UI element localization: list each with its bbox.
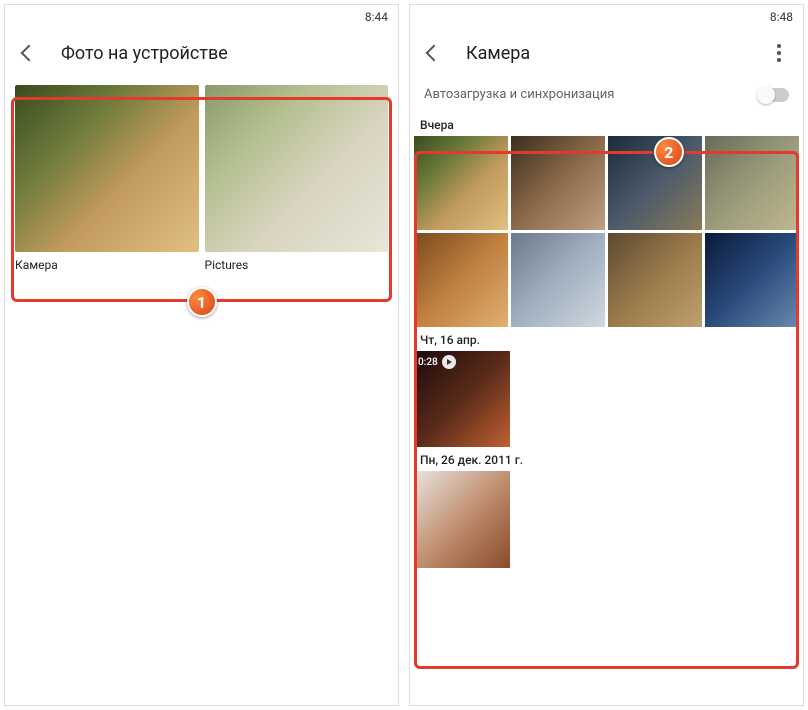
photo-thumb[interactable] [414, 136, 508, 230]
photo-row-apr16: 0:28 [410, 351, 803, 447]
statusbar: 8:48 [410, 5, 803, 29]
status-time: 8:48 [770, 10, 793, 24]
video-thumb[interactable]: 0:28 [414, 351, 510, 447]
video-duration: 0:28 [418, 357, 438, 368]
photo-thumb[interactable] [511, 233, 605, 327]
photo-grid-yesterday [410, 136, 803, 327]
folder-thumb [15, 85, 199, 252]
folder-label: Pictures [205, 258, 389, 272]
play-icon [442, 355, 456, 369]
folder-camera[interactable]: Камера [15, 85, 199, 272]
section-label: Пн, 26 дек. 2011 г. [410, 447, 803, 471]
section-label: Чт, 16 апр. [410, 327, 803, 351]
photo-row-2011 [410, 471, 803, 567]
statusbar: 8:44 [5, 5, 398, 29]
more-icon[interactable] [763, 37, 795, 69]
back-icon[interactable] [13, 37, 45, 69]
photo-thumb[interactable] [608, 233, 702, 327]
folder-label: Камера [15, 258, 199, 272]
back-icon[interactable] [418, 37, 450, 69]
photo-thumb[interactable] [705, 233, 799, 327]
page-title: Камера [466, 43, 747, 64]
page-title: Фото на устройстве [61, 43, 390, 64]
video-overlay: 0:28 [418, 355, 456, 369]
photo-thumb[interactable] [414, 233, 508, 327]
sync-toggle[interactable] [759, 88, 789, 102]
photo-thumb[interactable] [414, 471, 510, 567]
phone-right: 8:48 Камера Автозагрузка и синхронизация… [409, 4, 804, 706]
status-time: 8:44 [365, 10, 388, 24]
photo-thumb[interactable] [511, 136, 605, 230]
photo-thumb[interactable] [705, 136, 799, 230]
sync-label: Автозагрузка и синхронизация [424, 87, 759, 102]
sync-row: Автозагрузка и синхронизация [410, 77, 803, 112]
appbar: Фото на устройстве [5, 29, 398, 77]
annotation-badge: 2 [654, 137, 684, 167]
section-label: Вчера [410, 112, 803, 136]
folder-pictures[interactable]: Pictures [205, 85, 389, 272]
phone-left: 8:44 Фото на устройстве Камера Pictures … [4, 4, 399, 706]
folder-thumb [205, 85, 389, 252]
appbar: Камера [410, 29, 803, 77]
annotation-badge: 1 [187, 287, 217, 317]
folder-grid: Камера Pictures [5, 77, 398, 280]
